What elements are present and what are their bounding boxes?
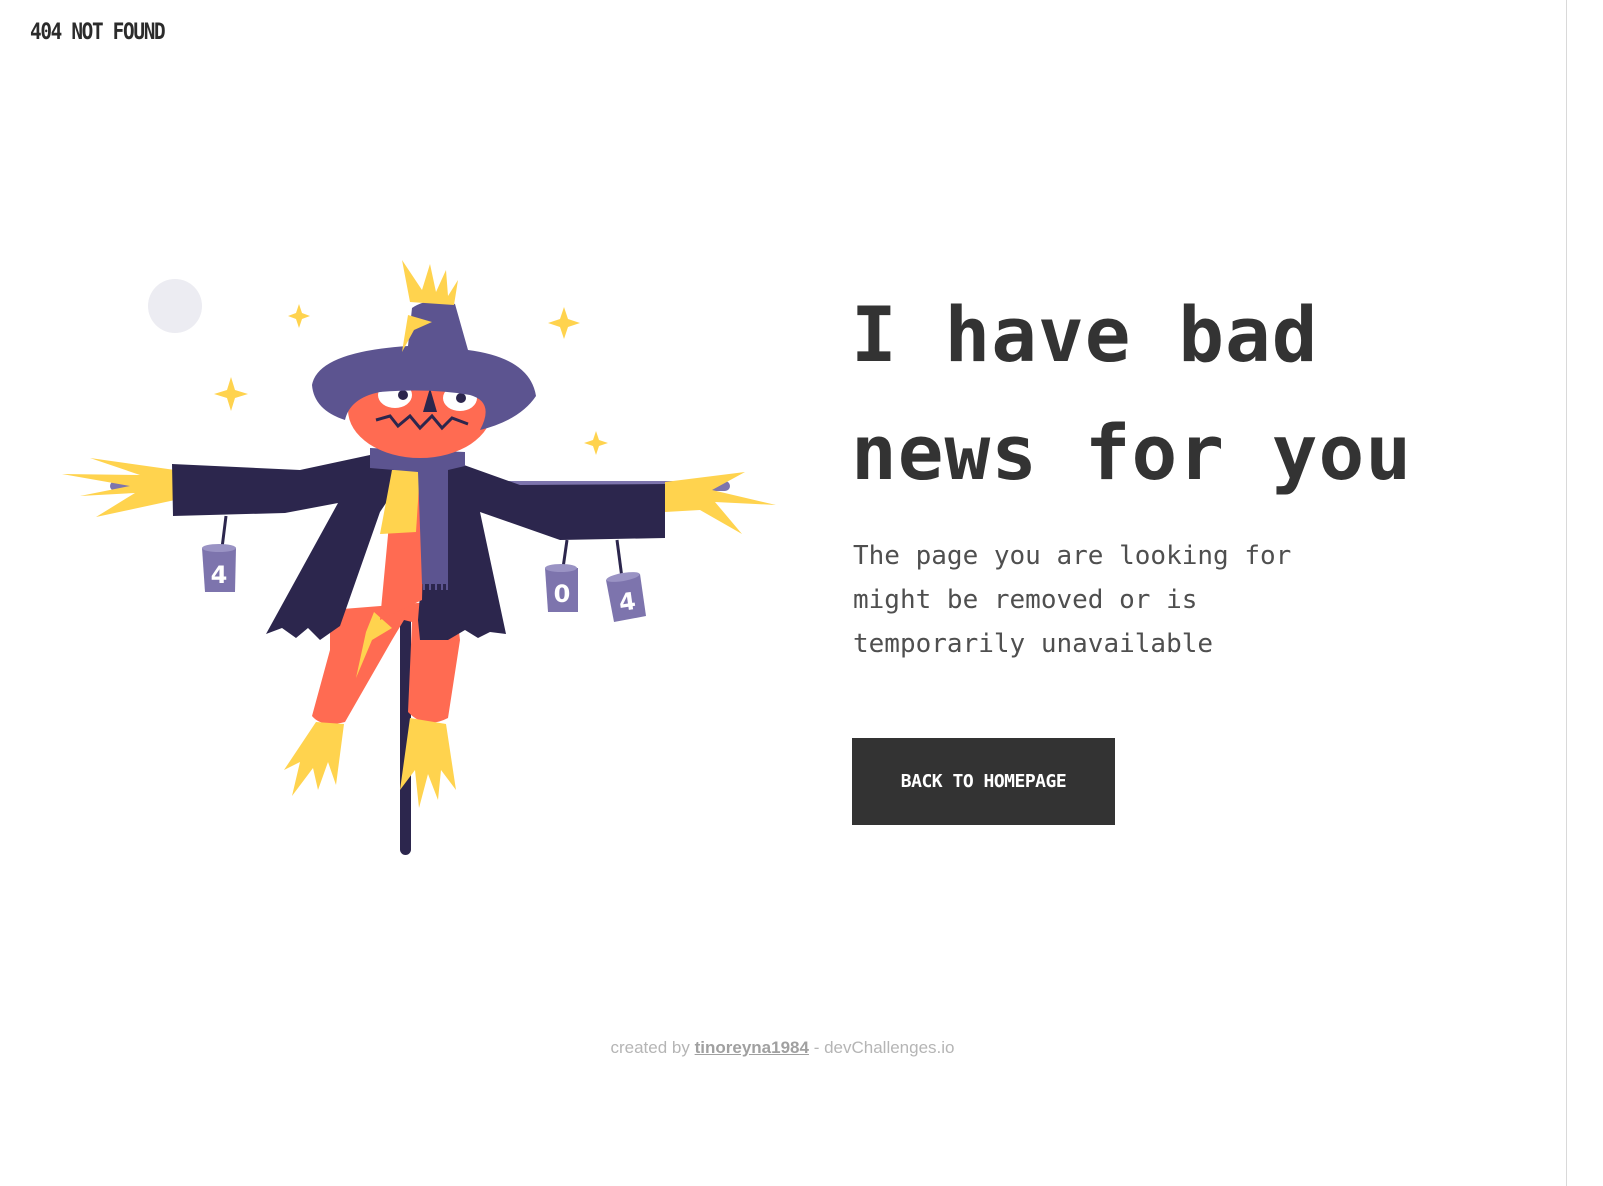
author-link[interactable]: tinoreyna1984 [695, 1038, 809, 1057]
straw-right-hand [665, 472, 776, 534]
back-to-homepage-button[interactable]: BACK TO HOMEPAGE [852, 738, 1115, 825]
moon-icon [148, 279, 202, 333]
footer-suffix: - devChallenges.io [813, 1038, 955, 1057]
page-edge-line [1566, 0, 1567, 1186]
scarecrow-illustration: 4 0 4 [62, 260, 776, 855]
page-footer: created by tinoreyna1984 - devChallenges… [0, 1038, 1565, 1058]
site-logo[interactable]: 404 NOT FOUND [30, 20, 166, 45]
footer-prefix: created by [610, 1038, 690, 1057]
headline-line-2: news for you [851, 408, 1413, 497]
error-message: The page you are looking for might be re… [853, 541, 1292, 659]
can-digit-left: 4 [211, 561, 228, 589]
page-headline: I have bad news for you [851, 276, 1412, 512]
straw-feet [284, 718, 456, 808]
headline-line-1: I have bad [851, 290, 1319, 379]
can-digit-middle: 0 [554, 580, 571, 608]
hat-straw [402, 260, 458, 305]
